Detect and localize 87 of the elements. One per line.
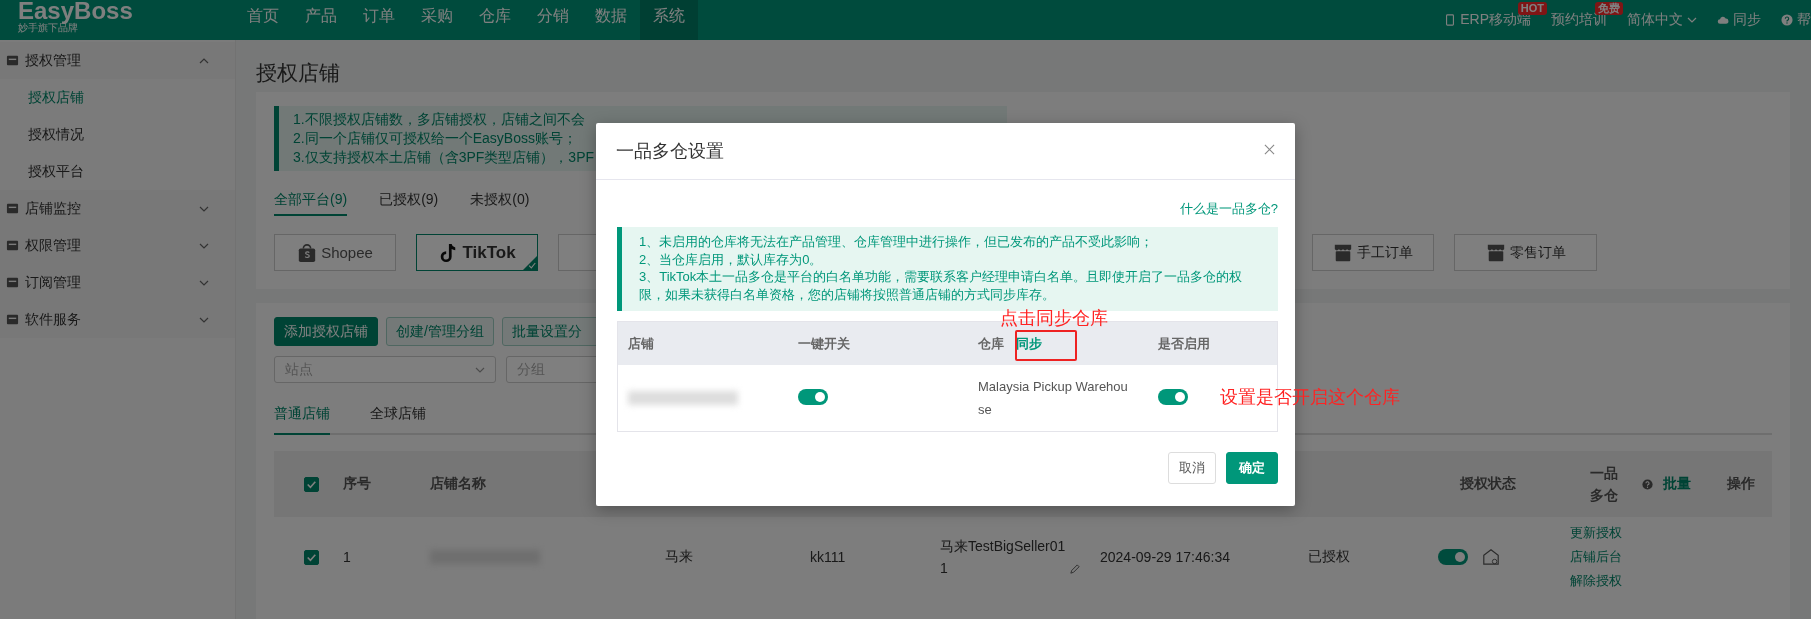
chevron-down-icon: [199, 316, 209, 323]
platform-button[interactable]: Shopee: [274, 234, 396, 271]
action-link[interactable]: 更新授权: [1570, 525, 1622, 541]
action-button[interactable]: 添加授权店铺: [274, 317, 378, 346]
confirm-button[interactable]: 确定: [1226, 452, 1278, 485]
notice-text: 1、未启用的仓库将无法在产品管理、仓库管理中进行操作，但已发布的产品不受此影响；: [639, 233, 1155, 251]
nav-item[interactable]: 系统: [640, 0, 698, 40]
notice-text: 3、TikTok本土一品多仓是平台的白名单功能，需要联系客户经理申请白名单。且即使开启了一品多仓的权限，如果未获得白名单资格，您的店铺将按照普通店铺的方式同步库存。: [639, 268, 1244, 304]
notice-text: 1.不限授权店铺数，多店铺授权，店铺之间不会: [293, 110, 585, 129]
badge-label: 免费: [1595, 2, 1623, 15]
menu-icon: [6, 202, 19, 215]
table-cell-text: 2024-09-29 17:46:34: [1100, 549, 1231, 565]
column-header: 店铺名称: [430, 475, 487, 493]
column-header: 一品多仓: [1590, 464, 1619, 505]
chevron-down-icon: [475, 366, 485, 373]
nav-item[interactable]: 产品: [292, 0, 350, 40]
column-header: 序号: [343, 475, 372, 493]
top-link[interactable]: 简体中文: [1627, 11, 1683, 29]
nav-item[interactable]: 分销: [524, 0, 582, 40]
column-header: 仓库: [978, 334, 1004, 353]
table-cell-text: Malaysia Pickup Warehouse: [978, 378, 1128, 420]
selected-check-icon: [523, 256, 537, 270]
batch-link[interactable]: 批量: [1663, 475, 1715, 493]
platform-button[interactable]: 手工订单: [1312, 234, 1434, 271]
toggle-switch[interactable]: [798, 388, 828, 405]
help-link[interactable]: 什么是一品多仓?: [1179, 200, 1278, 218]
menu-icon: [6, 54, 19, 67]
filter-tab[interactable]: 未授权(0): [470, 191, 530, 216]
table-cell-text: 马来: [665, 548, 694, 566]
cloud-icon: [1717, 14, 1729, 26]
checkbox[interactable]: [304, 549, 319, 565]
column-header: 授权状态: [1460, 475, 1517, 493]
notice-text: 2.同一个店铺仅可授权给一个EasyBoss账号；: [293, 129, 577, 148]
highlight-rectangle: [1015, 330, 1077, 361]
table-cell-text: 马来TestBigSeller011: [940, 537, 1067, 578]
filter-tab[interactable]: 已授权(9): [379, 191, 439, 216]
chevron-down-icon: [199, 242, 209, 249]
column-header: 一键开关: [798, 334, 851, 353]
chevron-down-icon: [199, 205, 209, 212]
nav-item[interactable]: 数据: [582, 0, 640, 40]
store-icon: [1485, 242, 1506, 263]
notice-text: 3.仅支持授权本土店铺（含3PF类型店铺），3PF: [293, 148, 595, 167]
chevron-down-icon: [199, 279, 209, 286]
checkbox[interactable]: [304, 476, 319, 492]
warehouse-gear-icon[interactable]: [1482, 548, 1500, 566]
table-cell-text: 已授权: [1308, 548, 1351, 566]
column-header: 是否启用: [1158, 334, 1211, 353]
filter-tab[interactable]: 全部平台(9): [274, 191, 348, 216]
menu-icon: [6, 276, 19, 289]
nav-item[interactable]: 首页: [234, 0, 292, 40]
table-cell-text: 1: [343, 549, 352, 565]
dialog-title: 一品多仓设置: [616, 140, 724, 163]
store-tab[interactable]: 全球店铺: [370, 405, 426, 435]
annotation-text: 点击同步仓库: [1000, 307, 1108, 330]
action-button[interactable]: 创建/管理分组: [386, 317, 494, 346]
page-title: 授权店铺: [256, 60, 341, 86]
badge-label: HOT: [1517, 2, 1547, 15]
action-link[interactable]: 店铺后台: [1570, 549, 1622, 565]
sync-link[interactable]: 同步: [1016, 334, 1042, 353]
cancel-button[interactable]: 取消: [1168, 452, 1216, 485]
shopping-bag-icon: [297, 242, 318, 263]
platform-button[interactable]: 零售订单: [1454, 234, 1597, 271]
menu-icon: [6, 239, 19, 252]
platform-button[interactable]: TikTok: [416, 234, 538, 271]
pencil-icon: [1069, 564, 1080, 575]
action-link[interactable]: 解除授权: [1570, 573, 1622, 589]
nav-item[interactable]: 采购: [408, 0, 466, 40]
help-icon: [1642, 478, 1653, 490]
store-icon: [1333, 242, 1353, 263]
nav-item[interactable]: 订单: [350, 0, 408, 40]
top-link[interactable]: 帮: [1797, 11, 1811, 29]
table-cell-text: kk111: [810, 549, 847, 565]
notice-text: 2、当仓库启用，默认库存为0。: [639, 250, 824, 269]
chevron-down-icon: [1687, 17, 1697, 23]
help-icon: [1781, 14, 1793, 26]
store-tab[interactable]: 普通店铺: [274, 405, 330, 435]
chevron-up-icon: [199, 57, 209, 64]
toggle-switch[interactable]: [1158, 388, 1188, 405]
phone-icon: [1444, 14, 1457, 26]
toggle-switch[interactable]: [1438, 549, 1468, 565]
close-icon[interactable]: [1264, 144, 1275, 155]
logo-subtitle: 妙手旗下品牌: [18, 22, 78, 34]
nav-item[interactable]: 仓库: [466, 0, 524, 40]
column-header: 操作: [1727, 475, 1755, 493]
menu-icon: [6, 313, 19, 326]
logo-text: EasyBoss: [18, 0, 134, 22]
top-link[interactable]: 同步: [1733, 11, 1761, 29]
